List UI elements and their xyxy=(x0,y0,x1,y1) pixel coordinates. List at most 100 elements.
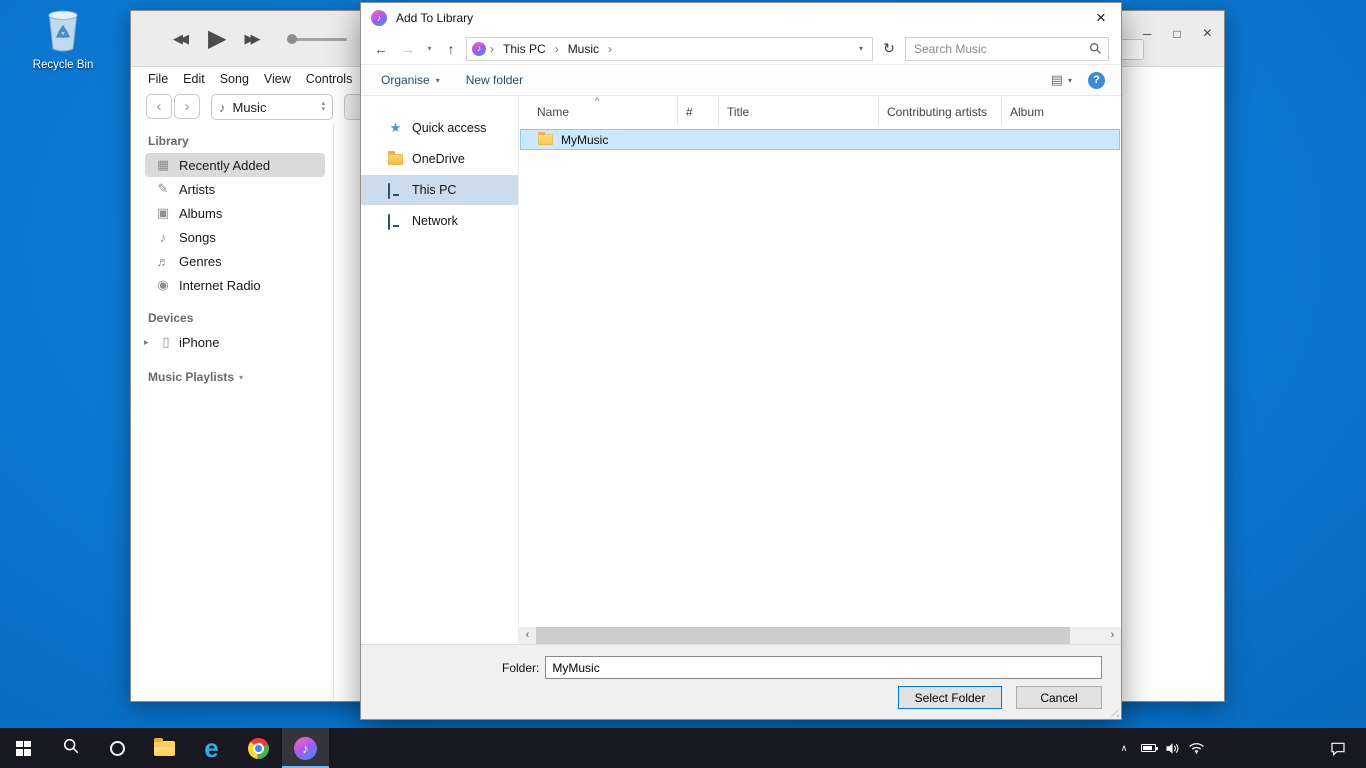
minimize-button[interactable]: ─ xyxy=(1143,27,1152,41)
column-header-number[interactable]: # xyxy=(678,97,719,125)
up-button[interactable]: ↑ xyxy=(439,37,463,61)
song-note-icon: ♪ xyxy=(155,230,171,245)
cortana-button[interactable] xyxy=(94,728,141,768)
computer-icon xyxy=(388,184,403,196)
select-folder-button[interactable]: Select Folder xyxy=(898,686,1002,709)
edge-button[interactable]: e xyxy=(188,728,235,768)
crumb-separator[interactable]: › xyxy=(606,42,614,56)
network-icon xyxy=(388,215,403,227)
scroll-left-arrow[interactable]: ‹ xyxy=(519,627,536,644)
start-button[interactable] xyxy=(0,728,47,768)
sidebar-item-genres[interactable]: ♬ Genres xyxy=(145,249,325,273)
dialog-title: Add To Library xyxy=(396,11,473,25)
file-explorer-button[interactable] xyxy=(141,728,188,768)
sidebar-item-albums[interactable]: ▣ Albums xyxy=(145,201,325,225)
sidebar-item-recently-added[interactable]: ▦ Recently Added xyxy=(145,153,325,177)
help-button[interactable]: ? xyxy=(1088,72,1105,89)
breadcrumb-music[interactable]: Music xyxy=(563,42,604,56)
sidebar-devices-header: Devices xyxy=(148,311,333,325)
itunes-back-button[interactable]: ‹ xyxy=(146,94,172,119)
itunes-taskbar-button[interactable]: ♪ xyxy=(282,728,329,768)
back-button[interactable]: ← xyxy=(369,37,393,61)
sidebar-item-label: Recently Added xyxy=(179,158,270,173)
itunes-window-controls: ─ □ × xyxy=(1143,25,1212,43)
search-icon[interactable] xyxy=(1089,42,1102,55)
column-header-title[interactable]: Title xyxy=(719,97,879,125)
media-kind-selector[interactable]: ♪ Music ▴▾ xyxy=(211,94,333,120)
breadcrumb-this-pc[interactable]: This PC xyxy=(498,42,551,56)
horizontal-scrollbar[interactable]: ‹ › xyxy=(519,627,1121,644)
forward-button[interactable]: → xyxy=(396,37,420,61)
menu-edit[interactable]: Edit xyxy=(183,72,205,86)
scrollbar-thumb[interactable] xyxy=(536,627,1070,644)
chevron-down-icon: ▾ xyxy=(239,373,243,382)
recent-locations-dropdown[interactable]: ▾ xyxy=(423,37,436,61)
column-header-name[interactable]: ^ Name xyxy=(519,97,678,125)
column-header-album[interactable]: Album xyxy=(1002,97,1121,125)
wifi-icon[interactable] xyxy=(1184,742,1208,754)
sidebar-item-iphone[interactable]: ▸ ▯ iPhone xyxy=(131,330,325,354)
grid-icon: ▦ xyxy=(155,157,171,173)
dialog-close-button[interactable]: × xyxy=(1085,5,1117,31)
nav-item-this-pc[interactable]: This PC xyxy=(361,175,518,205)
crumb-separator[interactable]: › xyxy=(553,42,561,56)
volume-slider[interactable] xyxy=(289,38,347,41)
folder-name-input[interactable] xyxy=(545,656,1102,679)
fast-forward-button[interactable]: ▶▶ xyxy=(244,31,261,47)
list-view-icon: ▤ xyxy=(1051,72,1063,88)
itunes-forward-button[interactable]: › xyxy=(174,94,200,119)
column-header-contributing-artists[interactable]: Contributing artists xyxy=(879,97,1002,125)
onedrive-icon xyxy=(388,154,403,165)
address-dropdown-icon[interactable]: ▾ xyxy=(852,44,870,53)
sidebar-playlists-header[interactable]: Music Playlists ▾ xyxy=(148,370,333,384)
taskbar-search-button[interactable] xyxy=(47,728,94,768)
new-folder-button[interactable]: New folder xyxy=(466,73,523,87)
chrome-button[interactable] xyxy=(235,728,282,768)
close-button[interactable]: × xyxy=(1203,25,1212,43)
nav-item-onedrive[interactable]: OneDrive xyxy=(361,144,518,174)
recycle-bin[interactable]: Recycle Bin xyxy=(26,8,100,71)
menu-controls[interactable]: Controls xyxy=(306,72,353,86)
desktop: Recycle Bin ◀◀ ▶ ▶▶ ─ □ × File Edit Song… xyxy=(0,0,1366,768)
album-icon: ▣ xyxy=(155,205,171,221)
resize-grip[interactable] xyxy=(1107,705,1119,717)
sidebar-item-internet-radio[interactable]: ◉ Internet Radio xyxy=(145,273,325,297)
sidebar-item-artists[interactable]: ✎ Artists xyxy=(145,177,325,201)
tray-overflow-chevron-icon[interactable]: ∧ xyxy=(1112,743,1136,754)
artist-icon: ✎ xyxy=(155,181,171,197)
menu-view[interactable]: View xyxy=(264,72,291,86)
dialog-footer: Folder: Select Folder Cancel xyxy=(361,644,1121,719)
menu-song[interactable]: Song xyxy=(220,72,249,86)
system-tray: ∧ xyxy=(1112,728,1366,768)
file-row-mymusic[interactable]: MyMusic xyxy=(520,129,1120,150)
speaker-icon[interactable] xyxy=(1160,742,1184,755)
rewind-button[interactable]: ◀◀ xyxy=(173,31,190,47)
dialog-navbar: ← → ▾ ↑ ♪ › This PC › Music › ▾ ↻ xyxy=(361,33,1121,64)
sidebar-item-songs[interactable]: ♪ Songs xyxy=(145,225,325,249)
scroll-right-arrow[interactable]: › xyxy=(1104,627,1121,644)
dialog-body: ★ Quick access OneDrive This PC Network xyxy=(361,97,1121,644)
nav-item-network[interactable]: Network xyxy=(361,206,518,236)
breadcrumb[interactable]: ♪ › This PC › Music › ▾ xyxy=(466,37,873,61)
cancel-button[interactable]: Cancel xyxy=(1016,686,1102,709)
battery-icon[interactable] xyxy=(1136,744,1160,752)
search-input[interactable] xyxy=(914,42,1089,56)
view-options-button[interactable]: ▤ ▾ xyxy=(1051,72,1072,88)
cortana-icon xyxy=(110,741,125,756)
scrollbar-track[interactable] xyxy=(536,627,1104,644)
refresh-button[interactable]: ↻ xyxy=(876,37,902,61)
search-box[interactable] xyxy=(905,37,1109,61)
maximize-button[interactable]: □ xyxy=(1173,27,1180,41)
nav-item-label: OneDrive xyxy=(412,152,465,166)
expander-icon[interactable]: ▸ xyxy=(144,337,153,348)
nav-item-quick-access[interactable]: ★ Quick access xyxy=(361,113,518,143)
itunes-app-icon: ♪ xyxy=(371,10,387,26)
play-button[interactable]: ▶ xyxy=(208,27,226,51)
file-name: MyMusic xyxy=(561,133,608,147)
organise-button[interactable]: Organise ▾ xyxy=(381,73,440,87)
chrome-icon xyxy=(248,738,269,759)
dialog-titlebar[interactable]: ♪ Add To Library × xyxy=(361,3,1121,33)
action-center-icon[interactable] xyxy=(1326,741,1350,756)
menu-file[interactable]: File xyxy=(148,72,168,86)
genre-icon: ♬ xyxy=(155,254,171,269)
